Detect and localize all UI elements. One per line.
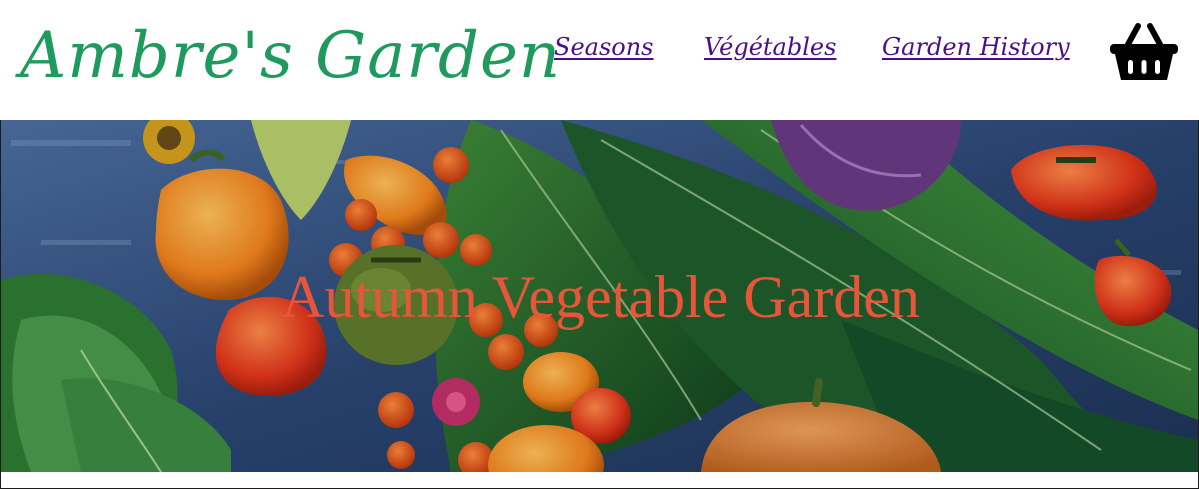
nav-link-garden-history[interactable]: Garden History — [882, 30, 1070, 64]
nav-link-vegetables[interactable]: Végétables — [704, 30, 836, 64]
basket-icon — [1110, 23, 1178, 80]
hero-banner: Autumn Vegetable Garden — [1, 120, 1198, 472]
cart-button[interactable] — [1108, 22, 1180, 82]
site-header: Ambre's Garden Seasons Végétables Garden… — [0, 0, 1199, 120]
nav-link-seasons[interactable]: Seasons — [554, 30, 654, 64]
page-bottom-strip — [1, 472, 1198, 488]
hero-title: Autumn Vegetable Garden — [281, 264, 920, 330]
site-logo-link[interactable]: Ambre's Garden — [20, 6, 561, 106]
